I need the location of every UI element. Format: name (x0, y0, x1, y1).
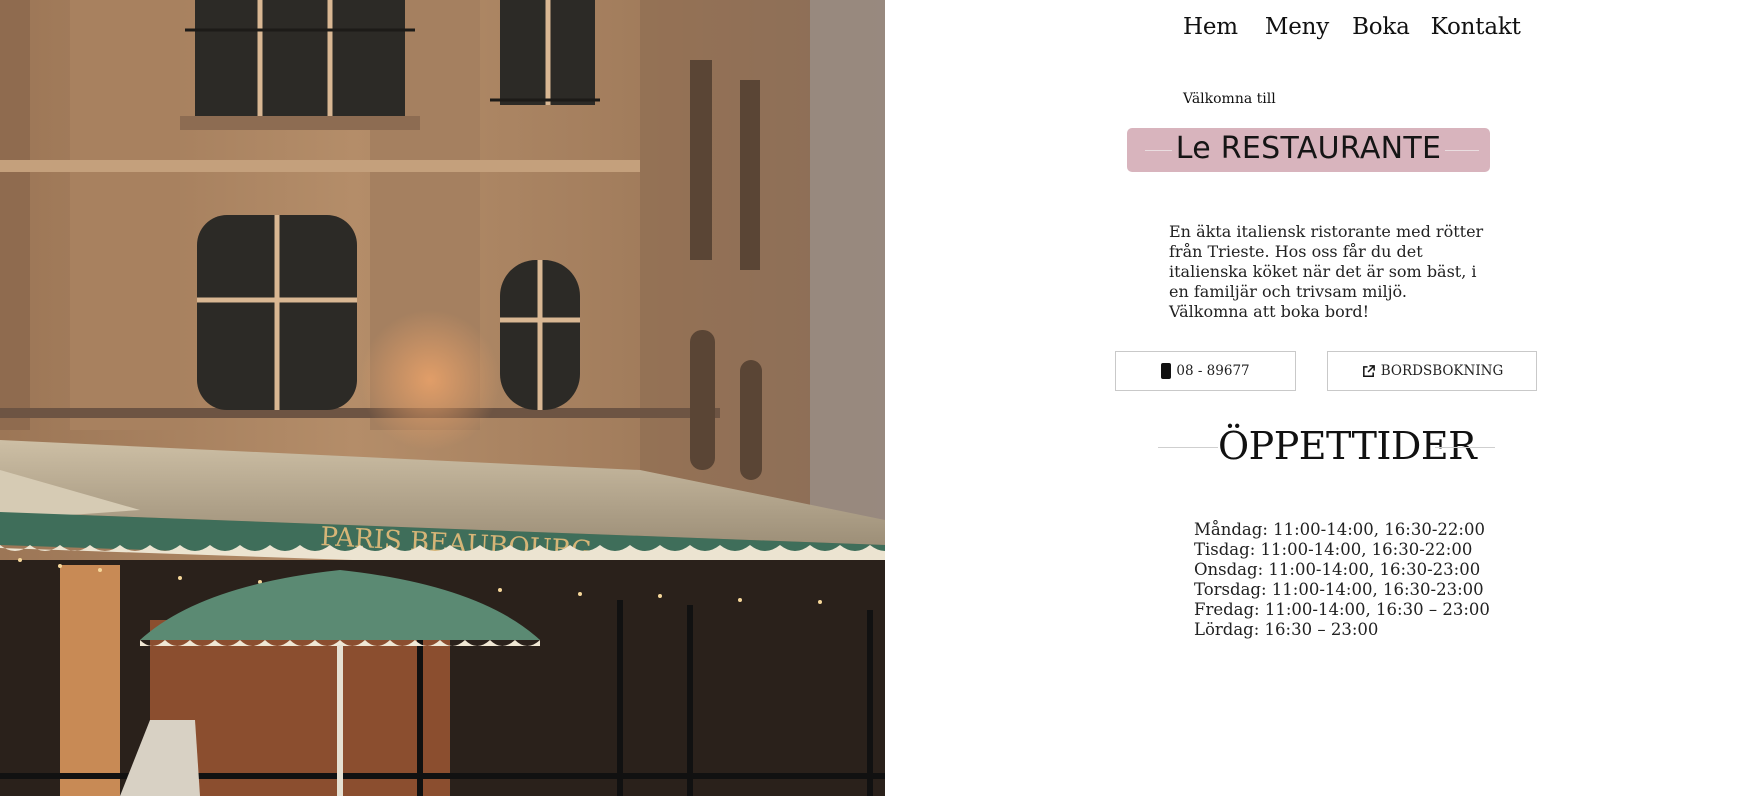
phone-label: 08 - 89677 (1176, 363, 1250, 379)
phone-icon (1161, 363, 1172, 379)
page-title: Le RESTAURANTE (1171, 131, 1446, 166)
hours-line: Lördag: 16:30 – 23:00 (1194, 620, 1379, 639)
phone-button[interactable]: 08 - 89677 (1115, 351, 1296, 391)
nav-contact-link[interactable]: Kontakt (1431, 14, 1521, 40)
opening-hours-list: Måndag: 11:00-14:00, 16:30-22:00 Tisdag:… (1194, 520, 1490, 640)
nav-book-link[interactable]: Boka (1352, 14, 1410, 40)
restaurant-facade-photo: PARIS BEAUBOURG (0, 0, 885, 796)
hours-line: Måndag: 11:00-14:00, 16:30-22:00 (1194, 520, 1485, 539)
welcome-text: Välkomna till (1183, 91, 1276, 107)
title-banner: Le RESTAURANTE (1127, 128, 1490, 172)
hours-heading-block: ÖPPETTIDER (1158, 418, 1495, 478)
nav-home-link[interactable]: Hem (1183, 14, 1238, 40)
hero-image: PARIS BEAUBOURG (0, 0, 885, 796)
intro-text: En äkta italiensk ristorante med rötter … (1169, 222, 1484, 321)
hours-heading: ÖPPETTIDER (1218, 424, 1477, 468)
hours-line: Tisdag: 11:00-14:00, 16:30-22:00 (1194, 540, 1473, 559)
heading-divider-right (1435, 447, 1495, 448)
hours-line: Onsdag: 11:00-14:00, 16:30-23:00 (1194, 560, 1481, 579)
nav-menu-link[interactable]: Meny (1265, 14, 1329, 40)
main-content: Hem Meny Boka Kontakt Välkomna till Le R… (885, 0, 1760, 796)
heading-divider-left (1158, 447, 1218, 448)
booking-label: BORDSBOKNING (1380, 363, 1504, 379)
hours-line: Fredag: 11:00-14:00, 16:30 – 23:00 (1194, 600, 1490, 619)
external-link-icon (1361, 364, 1376, 379)
top-nav: Hem Meny Boka Kontakt (1183, 14, 1521, 40)
hours-line: Torsdag: 11:00-14:00, 16:30-23:00 (1194, 580, 1484, 599)
booking-button[interactable]: BORDSBOKNING (1327, 351, 1537, 391)
